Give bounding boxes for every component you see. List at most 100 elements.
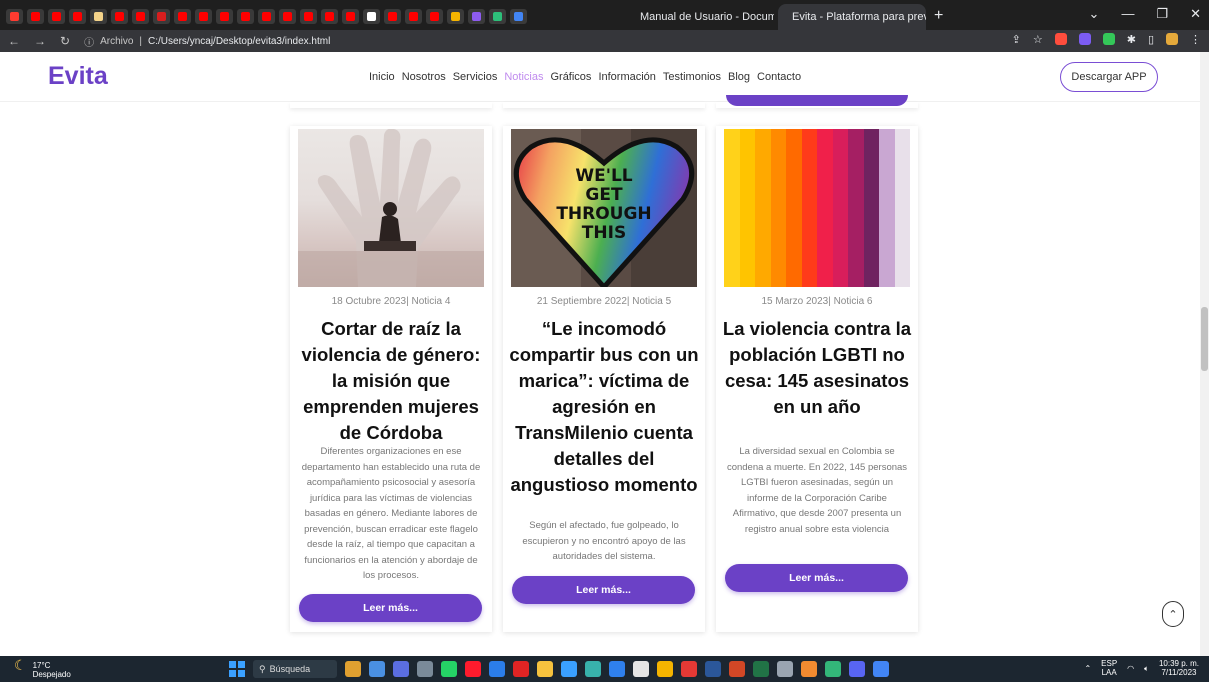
nav-link-graficos[interactable]: Gráficos bbox=[550, 71, 591, 83]
app-icon[interactable] bbox=[657, 661, 673, 677]
tab-favicon-icon[interactable] bbox=[447, 9, 464, 24]
clock[interactable]: 10:39 p. m. 7/11/2023 bbox=[1159, 659, 1199, 677]
youtube-icon[interactable] bbox=[216, 9, 233, 24]
youtube-icon[interactable] bbox=[27, 9, 44, 24]
wifi-icon[interactable]: ◠ bbox=[1127, 664, 1134, 673]
nav-link-noticias[interactable]: Noticias bbox=[504, 71, 543, 83]
youtube-icon[interactable] bbox=[384, 9, 401, 24]
youtube-icon[interactable] bbox=[426, 9, 443, 24]
app-icon[interactable] bbox=[489, 661, 505, 677]
share-icon[interactable]: ⇪ bbox=[1012, 33, 1021, 46]
app-icon[interactable] bbox=[585, 661, 601, 677]
previous-read-more-button[interactable] bbox=[726, 95, 908, 106]
vscode-icon[interactable] bbox=[609, 661, 625, 677]
close-window-button[interactable]: ✕ bbox=[1190, 6, 1201, 22]
extension-icon[interactable] bbox=[1078, 33, 1091, 45]
youtube-icon[interactable] bbox=[237, 9, 254, 24]
drive-icon[interactable] bbox=[489, 9, 506, 24]
opera-icon[interactable] bbox=[465, 661, 481, 677]
url-text[interactable]: C:/Users/yncaj/Desktop/evita3/index.html bbox=[148, 36, 330, 47]
read-more-button[interactable]: Leer más... bbox=[725, 564, 908, 592]
profile-avatar[interactable] bbox=[1166, 33, 1178, 45]
app-icon[interactable] bbox=[801, 661, 817, 677]
app-icon[interactable] bbox=[681, 661, 697, 677]
chevron-down-icon[interactable]: ⌄ bbox=[1089, 6, 1100, 22]
extension-icon[interactable] bbox=[1102, 33, 1115, 45]
tab-evita[interactable]: Evita - Plataforma para preveni ✕ bbox=[778, 4, 926, 30]
nav-link-informacion[interactable]: Información bbox=[598, 71, 655, 83]
docs-icon[interactable] bbox=[510, 9, 527, 24]
powerpoint-icon[interactable] bbox=[729, 661, 745, 677]
nav-link-blog[interactable]: Blog bbox=[728, 71, 750, 83]
app-icon[interactable] bbox=[393, 661, 409, 677]
forward-arrow-icon[interactable]: → bbox=[34, 34, 46, 48]
reload-icon[interactable]: ↻ bbox=[60, 34, 70, 48]
chrome-icon[interactable] bbox=[873, 661, 889, 677]
nav-link-contacto[interactable]: Contacto bbox=[757, 71, 801, 83]
nav-link-nosotros[interactable]: Nosotros bbox=[402, 71, 446, 83]
app-icon[interactable] bbox=[513, 661, 529, 677]
word-icon[interactable] bbox=[705, 661, 721, 677]
read-more-button[interactable]: Leer más... bbox=[512, 576, 695, 604]
youtube-icon[interactable] bbox=[300, 9, 317, 24]
youtube-icon[interactable] bbox=[195, 9, 212, 24]
app-icon[interactable] bbox=[561, 661, 577, 677]
volume-icon[interactable]: 🔈︎ bbox=[1144, 664, 1149, 673]
address-bar[interactable]: ⓘ Archivo | C:/Users/yncaj/Desktop/evita… bbox=[84, 34, 330, 49]
scrollbar-thumb[interactable] bbox=[1201, 307, 1208, 371]
taskbar-search[interactable]: ⚲ Búsqueda bbox=[253, 660, 337, 678]
file-explorer-icon[interactable] bbox=[537, 661, 553, 677]
nav-link-inicio[interactable]: Inicio bbox=[369, 71, 395, 83]
youtube-icon[interactable] bbox=[132, 9, 149, 24]
discord-icon[interactable] bbox=[849, 661, 865, 677]
read-more-button[interactable]: Leer más... bbox=[299, 594, 482, 622]
scroll-to-top-button[interactable]: ⌃ bbox=[1162, 601, 1184, 627]
youtube-icon[interactable] bbox=[48, 9, 65, 24]
tab-favicon-icon[interactable] bbox=[6, 9, 23, 24]
tab-favicon-icon[interactable] bbox=[468, 9, 485, 24]
task-view-icon[interactable] bbox=[369, 661, 385, 677]
youtube-icon[interactable] bbox=[111, 9, 128, 24]
back-arrow-icon[interactable]: ← bbox=[8, 34, 20, 48]
windows-start-icon[interactable] bbox=[229, 661, 245, 677]
download-app-button[interactable]: Descargar APP bbox=[1060, 62, 1158, 92]
chrome-icon[interactable] bbox=[363, 9, 380, 24]
chevron-up-icon[interactable]: ⌃ bbox=[1084, 664, 1091, 673]
youtube-icon[interactable] bbox=[258, 9, 275, 24]
youtube-icon[interactable] bbox=[342, 9, 359, 24]
menu-dots-icon[interactable]: ⋮ bbox=[1190, 33, 1201, 46]
settings-icon[interactable] bbox=[417, 661, 433, 677]
nav-link-testimonios[interactable]: Testimonios bbox=[663, 71, 721, 83]
youtube-icon[interactable] bbox=[405, 9, 422, 24]
nav-link-servicios[interactable]: Servicios bbox=[453, 71, 498, 83]
app-icon[interactable] bbox=[825, 661, 841, 677]
weather-widget[interactable]: ☾ 17°C Despejado bbox=[14, 658, 71, 679]
tab-favicon-icon[interactable] bbox=[90, 9, 107, 24]
youtube-icon[interactable] bbox=[69, 9, 86, 24]
sidebar-icon[interactable]: ▯ bbox=[1148, 33, 1154, 46]
page-scrollbar[interactable] bbox=[1200, 52, 1209, 656]
site-logo[interactable]: Evita bbox=[48, 62, 108, 91]
puzzle-icon[interactable]: ✱ bbox=[1127, 33, 1136, 46]
excel-icon[interactable] bbox=[753, 661, 769, 677]
extension-icon[interactable] bbox=[1054, 33, 1067, 45]
language-indicator[interactable]: ESP LAA bbox=[1101, 659, 1117, 677]
youtube-icon[interactable] bbox=[279, 9, 296, 24]
news-title[interactable]: Cortar de raíz la violencia de género: l… bbox=[296, 316, 486, 446]
minimize-button[interactable]: — bbox=[1121, 6, 1134, 22]
bookmark-star-icon[interactable]: ☆ bbox=[1033, 33, 1043, 46]
news-title[interactable]: “Le incomodó compartir bus con un marica… bbox=[509, 316, 699, 498]
restore-button[interactable]: ❐ bbox=[1156, 6, 1168, 22]
whatsapp-icon[interactable] bbox=[441, 661, 457, 677]
app-icon[interactable] bbox=[633, 661, 649, 677]
tab-favicon-icon[interactable] bbox=[153, 9, 170, 24]
taskbar-apps: ⚲ Búsqueda bbox=[229, 660, 889, 678]
youtube-icon[interactable] bbox=[321, 9, 338, 24]
news-title[interactable]: La violencia contra la población LGBTI n… bbox=[722, 316, 912, 420]
youtube-icon[interactable] bbox=[174, 9, 191, 24]
new-tab-button[interactable]: + bbox=[934, 7, 943, 25]
info-icon[interactable]: ⓘ bbox=[84, 34, 94, 49]
app-icon[interactable] bbox=[345, 661, 361, 677]
tab-manual[interactable]: Manual de Usuario - Document ✕ bbox=[634, 8, 774, 26]
app-icon[interactable] bbox=[777, 661, 793, 677]
